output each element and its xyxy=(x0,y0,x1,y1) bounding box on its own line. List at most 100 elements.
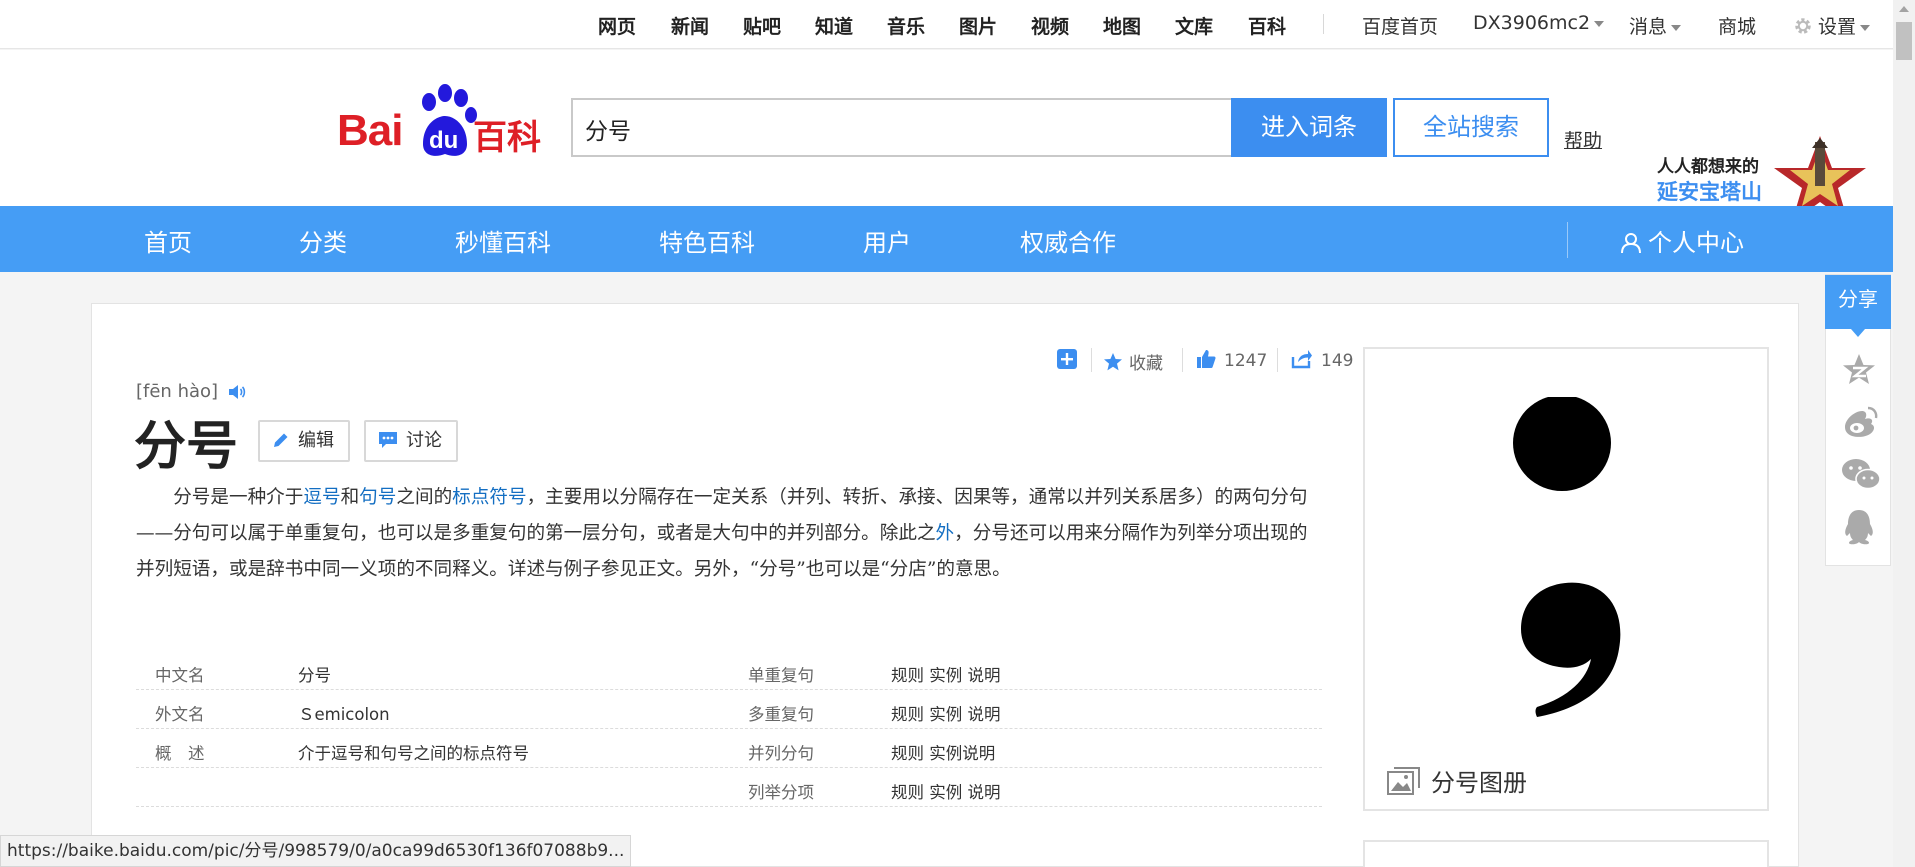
nav-item-category[interactable]: 分类 xyxy=(299,223,347,258)
speaker-icon[interactable] xyxy=(228,384,246,400)
product-link-web[interactable]: 网页 xyxy=(598,12,636,39)
favorite-button[interactable]: 收藏 xyxy=(1103,349,1163,374)
weibo-icon[interactable] xyxy=(1841,405,1879,439)
album-card[interactable]: 分号图册 xyxy=(1363,347,1769,811)
promo-line1: 人人都想来的 xyxy=(1657,157,1759,177)
settings-menu[interactable]: 设置 xyxy=(1793,12,1871,39)
info-value: 规则 实例 说明 xyxy=(891,666,1001,685)
help-link[interactable]: 帮助 xyxy=(1564,126,1602,153)
qq-icon[interactable] xyxy=(1841,508,1877,548)
album-caption[interactable]: 分号图册 xyxy=(1387,763,1527,798)
nav-item-home[interactable]: 首页 xyxy=(144,223,192,258)
discuss-button[interactable]: 讨论 xyxy=(364,420,458,462)
page-scrollbar[interactable] xyxy=(1893,0,1915,867)
promo-banner[interactable]: 人人都想来的 延安宝塔山 xyxy=(1655,100,1875,222)
info-key: 列举分项 xyxy=(748,783,814,802)
settings-label: 设置 xyxy=(1818,16,1857,38)
toolbar-divider xyxy=(1182,348,1183,372)
favorite-label: 收藏 xyxy=(1129,354,1163,374)
toolbar-divider xyxy=(1277,348,1278,372)
info-row: 中文名 分号 单重复句 规则 实例 说明 xyxy=(136,651,1322,690)
nav-item-personal-center[interactable]: 个人中心 xyxy=(1620,223,1744,258)
info-row: 概 述 介于逗号和句号之间的标点符号 并列分句 规则 实例说明 xyxy=(136,729,1322,768)
summary-paragraph: 分号是一种介于逗号和句号之间的标点符号，主要用以分隔存在一定关系（并列、转折、承… xyxy=(136,480,1316,588)
topbar-divider xyxy=(1323,14,1324,34)
like-button[interactable]: 1247 xyxy=(1196,349,1267,371)
thumbs-up-icon xyxy=(1197,350,1216,368)
info-value: 规则 实例 说明 xyxy=(891,705,1001,724)
edit-button[interactable]: 编辑 xyxy=(258,420,350,462)
wechat-icon[interactable] xyxy=(1841,456,1881,492)
star-icon xyxy=(1104,353,1122,371)
info-key: 多重复句 xyxy=(748,705,814,724)
product-link-tieba[interactable]: 贴吧 xyxy=(743,12,781,39)
chat-bubble-icon xyxy=(379,432,397,448)
info-key: 中文名 xyxy=(155,666,205,685)
product-link-zhidao[interactable]: 知道 xyxy=(815,12,853,39)
link-comma[interactable]: 逗号 xyxy=(303,487,340,508)
nav-item-miaodong[interactable]: 秒懂百科 xyxy=(455,223,551,258)
album-icon xyxy=(1387,767,1420,795)
logo-bai-text: Bai xyxy=(337,106,403,155)
header: Bai du 百科 分号 进入词条 全站搜索 帮助 人人都想来的 延安宝塔山 xyxy=(0,50,1893,222)
baike-logo[interactable]: Bai du 百科 xyxy=(337,84,547,160)
discuss-label: 讨论 xyxy=(406,430,442,451)
like-count: 1247 xyxy=(1224,351,1268,371)
add-icon[interactable] xyxy=(1057,349,1077,369)
status-url-bar: https://baike.baidu.com/pic/分号/998579/0/… xyxy=(0,835,632,867)
info-row: 外文名 Ｓemicolon 多重复句 规则 实例 说明 xyxy=(136,690,1322,729)
nav-item-users[interactable]: 用户 xyxy=(863,223,911,258)
pinyin: [fēn hào] xyxy=(136,381,246,402)
logo-baike-text: 百科 xyxy=(473,118,541,158)
album-caption-text: 分号图册 xyxy=(1431,769,1527,797)
enter-entry-button[interactable]: 进入词条 xyxy=(1231,98,1387,157)
site-search-button[interactable]: 全站搜索 xyxy=(1393,98,1549,157)
nav-item-featured[interactable]: 特色百科 xyxy=(659,223,755,258)
pencil-icon xyxy=(274,433,288,447)
info-value: 规则 实例 说明 xyxy=(891,783,1001,802)
summary-text: 分号是一种介于 xyxy=(173,487,304,508)
chevron-down-icon xyxy=(1594,20,1605,27)
product-link-video[interactable]: 视频 xyxy=(1031,12,1069,39)
user-menu[interactable]: DX3906mc2 xyxy=(1473,12,1605,34)
product-link-map[interactable]: 地图 xyxy=(1103,12,1141,39)
product-link-wenku[interactable]: 文库 xyxy=(1175,12,1213,39)
nav-item-partners[interactable]: 权威合作 xyxy=(1020,223,1116,258)
baidu-home-link[interactable]: 百度首页 xyxy=(1362,12,1438,39)
share-tab[interactable]: 分享 xyxy=(1825,275,1891,337)
chevron-down-icon xyxy=(1860,24,1871,31)
info-key: 单重复句 xyxy=(748,666,814,685)
product-link-music[interactable]: 音乐 xyxy=(887,12,925,39)
share-icon xyxy=(1291,350,1312,369)
info-value: 介于逗号和句号之间的标点符号 xyxy=(298,744,529,763)
link-punctuation[interactable]: 标点符号 xyxy=(452,487,526,508)
info-value: Ｓemicolon xyxy=(298,705,390,724)
summary-text: 之间的 xyxy=(396,487,453,508)
info-row: 列举分项 规则 实例 说明 xyxy=(136,768,1322,807)
gear-icon xyxy=(1795,18,1811,34)
logo-du-text: du xyxy=(429,127,458,154)
search-input[interactable]: 分号 xyxy=(571,98,1232,157)
messages-label: 消息 xyxy=(1629,16,1668,38)
info-key: 并列分句 xyxy=(748,744,814,763)
scroll-up-arrow-icon[interactable] xyxy=(1899,6,1909,12)
sidebar-card xyxy=(1363,840,1769,867)
link-period[interactable]: 句号 xyxy=(359,487,396,508)
info-value: 分号 xyxy=(298,666,331,685)
share-panel: 分享 xyxy=(1825,274,1891,566)
product-link-images[interactable]: 图片 xyxy=(959,12,997,39)
info-value: 规则 实例说明 xyxy=(891,744,996,763)
messages-menu[interactable]: 消息 xyxy=(1629,12,1682,39)
qzone-icon[interactable] xyxy=(1841,352,1877,388)
semicolon-image xyxy=(1513,397,1621,717)
scrollbar-thumb[interactable] xyxy=(1896,22,1912,60)
share-count: 149 xyxy=(1321,351,1354,371)
page-title: 分号 xyxy=(134,417,239,477)
share-count-button[interactable]: 149 xyxy=(1291,349,1353,371)
top-bar: 网页 新闻 贴吧 知道 音乐 图片 视频 地图 文库 百科 百度首页 DX390… xyxy=(0,0,1893,49)
promo-line2: 延安宝塔山 xyxy=(1657,180,1762,204)
product-link-news[interactable]: 新闻 xyxy=(671,12,709,39)
link-wai[interactable]: 外 xyxy=(936,523,955,544)
mall-link[interactable]: 商城 xyxy=(1718,12,1756,39)
product-link-baike[interactable]: 百科 xyxy=(1248,12,1286,39)
